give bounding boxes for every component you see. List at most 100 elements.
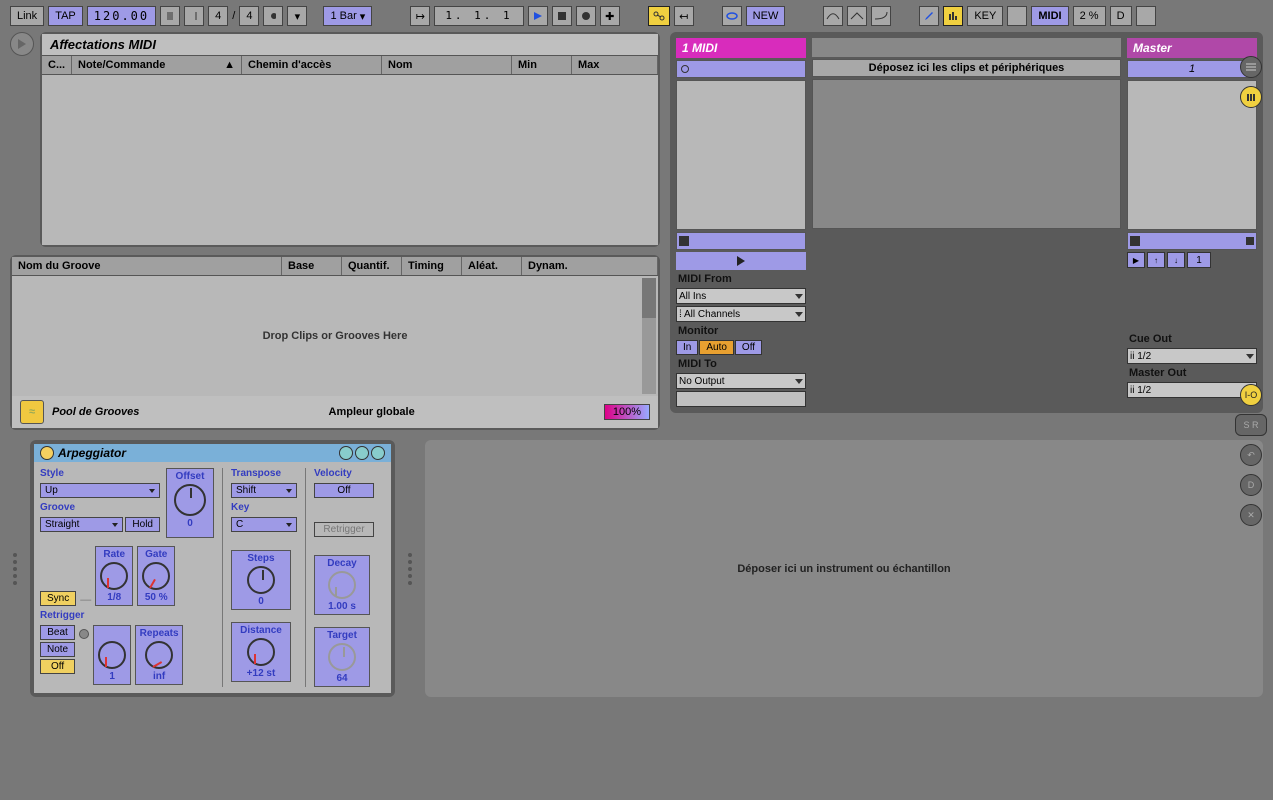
track-1-clip-area[interactable] (676, 80, 806, 230)
delay-section-icon[interactable]: D (1240, 474, 1262, 496)
style-select[interactable]: Up (40, 483, 160, 498)
groove-scroll-thumb[interactable] (642, 278, 656, 318)
monitor-off-button[interactable]: Off (735, 340, 762, 355)
time-sig-den[interactable]: 4 (239, 6, 259, 26)
midi-mappings-list[interactable] (42, 75, 658, 245)
drop-clips-message[interactable]: Déposez ici les clips et périphériques (812, 59, 1121, 77)
time-sig-num[interactable]: 4 (208, 6, 228, 26)
capture-new-button[interactable]: NEW (746, 6, 786, 26)
master-track-header[interactable]: Master (1127, 38, 1257, 58)
key-select[interactable]: C (231, 517, 297, 532)
master-nav-count[interactable]: 1 (1187, 252, 1211, 268)
decay-knob[interactable]: Decay 1.00 s (314, 555, 370, 615)
tempo-field[interactable]: 120.00 (87, 6, 156, 26)
track-1-clip-slot-1[interactable] (676, 60, 806, 78)
groove-pool-icon[interactable]: ≈ (20, 400, 44, 424)
retrigger-note-button[interactable]: Note (40, 642, 75, 657)
midi-to-select[interactable]: No Output (676, 373, 806, 389)
groove-drop-area[interactable]: Drop Clips or Grooves Here (12, 276, 658, 396)
velocity-off-button[interactable]: Off (314, 483, 374, 498)
device-handle-right[interactable] (405, 440, 415, 697)
crossfade-section-icon[interactable]: ✕ (1240, 504, 1262, 526)
rate-knob[interactable]: Rate 1/8 (95, 546, 133, 606)
transpose-select[interactable]: Shift (231, 483, 297, 498)
retrigger-beat-button[interactable]: Beat (40, 625, 75, 640)
link-button[interactable]: Link (10, 6, 44, 26)
velocity-retrigger-button[interactable]: Retrigger (314, 522, 374, 537)
metronome-menu-icon[interactable]: ▾ (287, 6, 307, 26)
groove-select[interactable]: Straight (40, 517, 123, 532)
offset-knob[interactable]: Offset 0 (166, 468, 214, 538)
col-name[interactable]: Nom (382, 56, 512, 74)
master-play-icon[interactable]: ▶ (1127, 252, 1145, 268)
track-1-header[interactable]: 1 MIDI (676, 38, 806, 58)
master-stop-icon[interactable] (1130, 236, 1140, 246)
device-preset-icon[interactable] (355, 446, 369, 460)
arrangement-position[interactable]: 1. 1. 1 (434, 6, 523, 26)
monitor-auto-button[interactable]: Auto (699, 340, 734, 355)
tap-button[interactable]: TAP (48, 6, 83, 26)
midi-map-button[interactable]: MIDI (1031, 6, 1068, 26)
sync-button[interactable]: Sync (40, 591, 76, 606)
device-handle-left[interactable] (10, 440, 20, 697)
overdub-button[interactable]: ✚ (600, 6, 620, 26)
slot-stop-icon[interactable] (681, 65, 689, 73)
target-knob[interactable]: Target 64 (314, 627, 370, 687)
loop-icon[interactable] (722, 6, 742, 26)
key-map-button[interactable]: KEY (967, 6, 1003, 26)
master-up-icon[interactable]: ↑ (1147, 252, 1165, 268)
record-button[interactable] (576, 6, 596, 26)
follow-icon[interactable]: ↦ (410, 6, 430, 26)
device-titlebar[interactable]: Arpeggiator (34, 444, 391, 462)
repeats-1-knob[interactable]: 1 (93, 625, 131, 685)
mixer-section-icon[interactable] (1240, 86, 1262, 108)
midi-from-select[interactable]: All Ins (676, 288, 806, 304)
preview-play-icon[interactable] (10, 32, 34, 56)
envelope-curve-icon[interactable] (871, 6, 891, 26)
global-amount-value[interactable]: 100% (604, 404, 650, 420)
io-section-icon[interactable]: I-O (1240, 384, 1262, 406)
monitor-in-button[interactable]: In (676, 340, 698, 355)
hold-button[interactable]: Hold (125, 517, 160, 532)
metronome-icon[interactable] (263, 6, 283, 26)
col-timing[interactable]: Timing (402, 257, 462, 275)
return-section-icon[interactable]: ↶ (1240, 444, 1262, 466)
tempo-nudge-up-icon[interactable] (184, 6, 204, 26)
col-aleat[interactable]: Aléat. (462, 257, 522, 275)
col-quantif[interactable]: Quantif. (342, 257, 402, 275)
envelope-line-icon[interactable] (847, 6, 867, 26)
stop-button[interactable] (552, 6, 572, 26)
col-groove-name[interactable]: Nom du Groove (12, 257, 282, 275)
play-icon[interactable] (737, 256, 745, 266)
play-button[interactable] (528, 6, 548, 26)
col-max[interactable]: Max (572, 56, 658, 74)
steps-knob[interactable]: Steps 0 (231, 550, 291, 610)
drop-clips-area[interactable] (812, 79, 1121, 229)
col-base[interactable]: Base (282, 257, 342, 275)
envelope-draw-icon[interactable] (823, 6, 843, 26)
midi-channel-select[interactable]: ⁞ All Channels (676, 306, 806, 322)
overload-d-button[interactable]: D (1110, 6, 1132, 26)
sr-section-icon[interactable]: S R (1235, 414, 1267, 436)
device-hand-icon[interactable] (339, 446, 353, 460)
stop-icon[interactable] (679, 236, 689, 246)
master-down-icon[interactable]: ↓ (1167, 252, 1185, 268)
menu-icon[interactable] (1240, 56, 1262, 78)
track-1-stop-row[interactable] (676, 232, 806, 250)
col-path[interactable]: Chemin d'accès (242, 56, 382, 74)
tempo-nudge-down-icon[interactable] (160, 6, 180, 26)
col-min[interactable]: Min (512, 56, 572, 74)
quantize-select[interactable]: 1 Bar ▾ (323, 6, 372, 26)
instrument-drop-area[interactable]: Déposer ici un instrument ou échantillon (425, 440, 1263, 697)
reenable-automation-icon[interactable]: ↤ (674, 6, 694, 26)
col-dynam[interactable]: Dynam. (522, 257, 658, 275)
pencil-icon[interactable] (919, 6, 939, 26)
draw-mode-icon[interactable] (943, 6, 963, 26)
retrigger-off-button[interactable]: Off (40, 659, 75, 674)
col-c[interactable]: C... (42, 56, 72, 74)
distance-knob[interactable]: Distance +12 st (231, 622, 291, 682)
device-activator-icon[interactable] (40, 446, 54, 460)
automation-arm-icon[interactable] (648, 6, 670, 26)
col-note[interactable]: Note/Commande▲ (72, 56, 242, 74)
device-save-icon[interactable] (371, 446, 385, 460)
